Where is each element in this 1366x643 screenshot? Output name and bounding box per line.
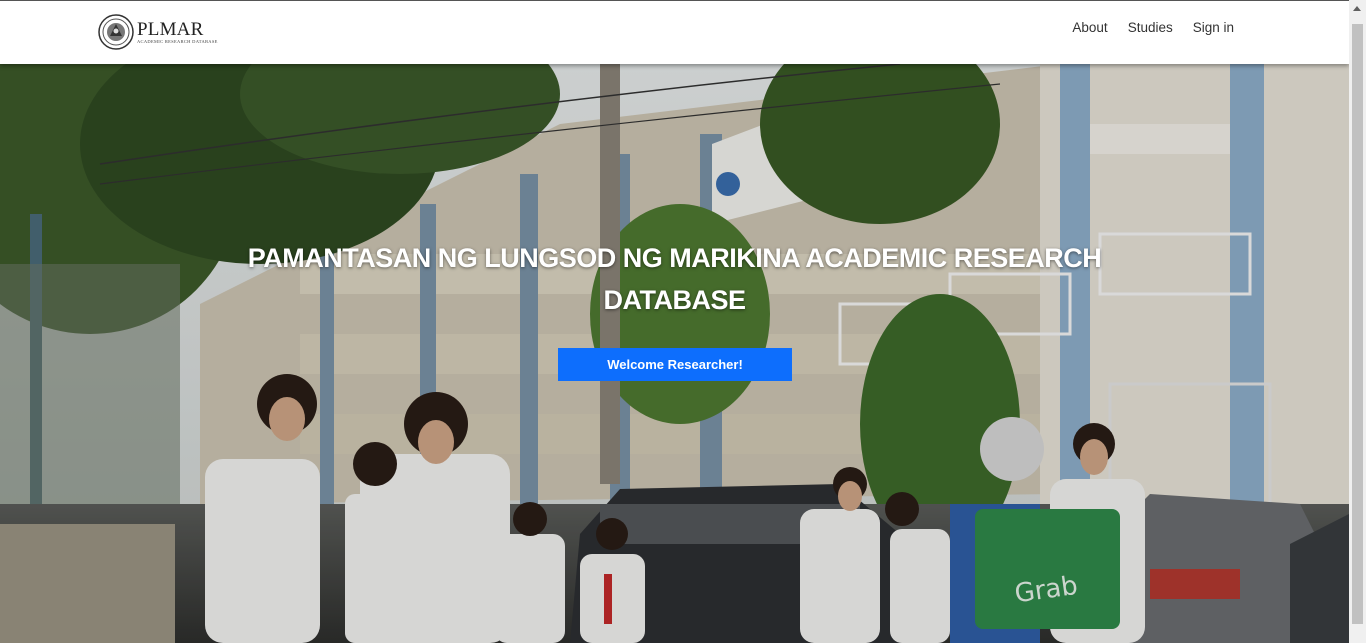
nav-link-sign-in[interactable]: Sign in (1193, 20, 1234, 35)
hero-title: PAMANTASAN NG LUNGSOD NG MARIKINA ACADEM… (0, 237, 1349, 321)
brand-logo[interactable]: PLMAR ACADEMIC RESEARCH DATABASE (98, 14, 218, 50)
brand-subtitle: ACADEMIC RESEARCH DATABASE (137, 38, 218, 44)
welcome-researcher-button[interactable]: Welcome Researcher! (558, 348, 792, 381)
hero-title-line1: PAMANTASAN NG LUNGSOD NG MARIKINA ACADEM… (247, 243, 1102, 273)
hero-title-line2: DATABASE (603, 285, 747, 315)
scroll-thumb[interactable] (1352, 24, 1363, 624)
nav-link-about[interactable]: About (1072, 20, 1107, 35)
nav-links: About Studies Sign in (1072, 20, 1234, 35)
scroll-up-arrow-icon[interactable] (1353, 6, 1361, 11)
nav-link-studies[interactable]: Studies (1128, 20, 1173, 35)
brand-name: PLMAR (137, 18, 204, 40)
hero-section: Grab PAMANTASAN NG LUNGSOD NG MARIKINA A… (0, 64, 1349, 643)
top-navbar: PLMAR ACADEMIC RESEARCH DATABASE About S… (0, 0, 1349, 64)
university-seal-icon (98, 14, 134, 50)
vertical-scrollbar[interactable] (1349, 0, 1366, 643)
